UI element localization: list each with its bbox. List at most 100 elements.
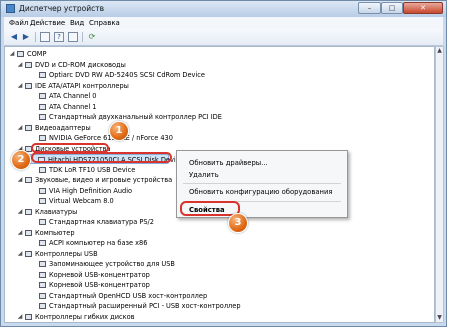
- tree-category[interactable]: ◢ COMP: [9, 49, 409, 59]
- help-icon[interactable]: ?: [54, 32, 64, 42]
- tree-category[interactable]: ◢ IDE ATA/ATAPI контроллеры: [17, 81, 417, 91]
- device-icon: [39, 271, 46, 278]
- tree-item-label: Звуковые, видео и игровые устройства: [35, 176, 173, 184]
- tree-item-label: ATA Channel 1: [49, 102, 97, 111]
- back-icon[interactable]: ◀: [9, 32, 19, 42]
- expand-arrow-icon[interactable]: ◢: [17, 207, 23, 217]
- device-icon: [39, 282, 46, 288]
- tree-item-label: Стандартный двухканальный контроллер PCI…: [49, 113, 222, 121]
- refresh-icon[interactable]: [68, 32, 78, 42]
- title-bar[interactable]: Диспетчер устройств – □ ✕: [1, 1, 446, 17]
- tree-item-label: Контроллеры гибких дисков: [35, 312, 135, 321]
- tree-category[interactable]: ◢ Контроллеры гибких дисков: [17, 312, 417, 322]
- maximize-button[interactable]: □: [381, 2, 403, 14]
- highlight-disk-device: [31, 152, 172, 163]
- device-icon: [39, 261, 46, 267]
- tree-item-label: Optiarc DVD RW AD-5240S SCSI CdRom Devic…: [49, 71, 205, 79]
- device-category-icon: [25, 124, 32, 131]
- menu-scan-hardware[interactable]: Обновить конфигурацию оборудования: [189, 188, 332, 196]
- tree-item[interactable]: ATA Channel 0: [31, 91, 431, 101]
- menu-action[interactable]: Действие: [30, 19, 65, 27]
- tree-item-label: DVD и CD-ROM дисководы: [35, 60, 126, 69]
- expand-arrow-icon[interactable]: ◢: [17, 175, 23, 185]
- menu-update-drivers[interactable]: Обновить драйверы...: [189, 159, 268, 167]
- device-icon: [39, 292, 46, 299]
- device-icon: [39, 198, 46, 204]
- tree-item[interactable]: Корневой USB-концентратор: [31, 280, 431, 290]
- minimize-button[interactable]: –: [358, 2, 381, 14]
- toolbar-separator: [82, 32, 83, 42]
- toolbar: ◀ ▶ ? ⟳: [4, 29, 443, 46]
- properties-icon[interactable]: [40, 32, 50, 42]
- tree-item-label: IDE ATA/ATAPI контроллеры: [35, 81, 129, 90]
- tree-item-label: ATA Channel 0: [49, 92, 97, 100]
- tree-item-label: Корневой USB-концентратор: [49, 270, 150, 279]
- tree-item[interactable]: ATA Channel 1: [31, 102, 431, 112]
- expand-arrow-icon[interactable]: ◢: [17, 249, 23, 259]
- device-icon: [39, 114, 46, 120]
- expand-arrow-icon[interactable]: ◢: [17, 123, 23, 133]
- menu-delete[interactable]: Удалить: [189, 171, 219, 179]
- scroll-down-arrow[interactable]: ▼: [436, 314, 443, 322]
- tree-item[interactable]: Стандартный двухканальный контроллер PCI…: [31, 112, 431, 122]
- tree-item-label: Стандартный OpenHCD USB хост-контроллер: [49, 291, 208, 300]
- tree-item[interactable]: Корневой USB-концентратор: [31, 270, 431, 280]
- device-icon: [39, 135, 46, 141]
- tree-item[interactable]: Стандартный OpenHCD USB хост-контроллер: [31, 291, 431, 301]
- device-icon: [39, 187, 46, 194]
- device-category-icon: [25, 208, 32, 215]
- forward-icon[interactable]: ▶: [21, 32, 31, 42]
- tree-item-label: Клавиатуры: [35, 207, 78, 216]
- expand-arrow-icon[interactable]: ◢: [9, 49, 15, 59]
- menu-separator: [183, 183, 341, 184]
- device-category-icon: [25, 177, 32, 183]
- tree-item[interactable]: Запоминающее устройство для USB: [31, 259, 431, 269]
- tree-item[interactable]: Optiarc DVD RW AD-5240S SCSI CdRom Devic…: [31, 70, 431, 80]
- expand-arrow-icon[interactable]: ◢: [17, 81, 23, 91]
- expand-arrow-icon[interactable]: ◢: [17, 60, 23, 70]
- expand-arrow-icon[interactable]: ◢: [17, 312, 23, 322]
- device-manager-app-icon: [6, 4, 15, 13]
- tree-category[interactable]: ◢ Компьютер: [17, 228, 417, 238]
- step-badge-2: 2: [11, 150, 31, 170]
- tree-item-label: Стандартная клавиатура PS/2: [49, 218, 154, 226]
- tree-category[interactable]: ◢ Видеоадаптеры: [17, 123, 417, 133]
- device-category-icon: [25, 250, 32, 257]
- tree-item[interactable]: ACPI компьютер на базе x86: [31, 238, 431, 248]
- tree-item-label: Компьютер: [35, 228, 75, 237]
- vertical-scrollbar[interactable]: ▲ ▼: [435, 46, 444, 323]
- expand-arrow-icon[interactable]: ◢: [17, 228, 23, 238]
- tree-item-label: Видеоадаптеры: [35, 123, 91, 132]
- computer-icon: [17, 51, 24, 57]
- tree-item[interactable]: NVIDIA GeForce 6150 LE / nForce 430: [31, 133, 431, 143]
- tree-item-label: TDK LoR TF10 USB Device: [49, 165, 136, 174]
- scroll-up-arrow[interactable]: ▲: [436, 47, 443, 55]
- menu-file[interactable]: Файл: [9, 19, 28, 27]
- device-icon: [39, 93, 46, 99]
- device-icon: [39, 219, 46, 225]
- close-button[interactable]: ✕: [403, 2, 443, 14]
- menu-help[interactable]: Справка: [89, 19, 120, 27]
- tree-category[interactable]: ◢ DVD и CD-ROM дисководы: [17, 60, 417, 70]
- tree-item-label: Virtual Webcam 8.0: [49, 197, 114, 205]
- toolbar-separator: [35, 32, 36, 42]
- menu-view[interactable]: Вид: [70, 19, 84, 27]
- tree-item-label: Корневой USB-концентратор: [49, 281, 150, 289]
- tree-item-label: COMP: [27, 50, 47, 58]
- step-badge-3: 3: [228, 213, 248, 233]
- device-icon: [39, 103, 46, 110]
- tree-category[interactable]: ◢ Контроллеры USB: [17, 249, 417, 259]
- highlight-properties: [180, 201, 240, 216]
- tree-item[interactable]: Стандартный расширенный PCI - USB хост-к…: [31, 301, 431, 311]
- scan-icon[interactable]: ⟳: [87, 32, 97, 42]
- tree-item-label: Запоминающее устройство для USB: [49, 260, 175, 268]
